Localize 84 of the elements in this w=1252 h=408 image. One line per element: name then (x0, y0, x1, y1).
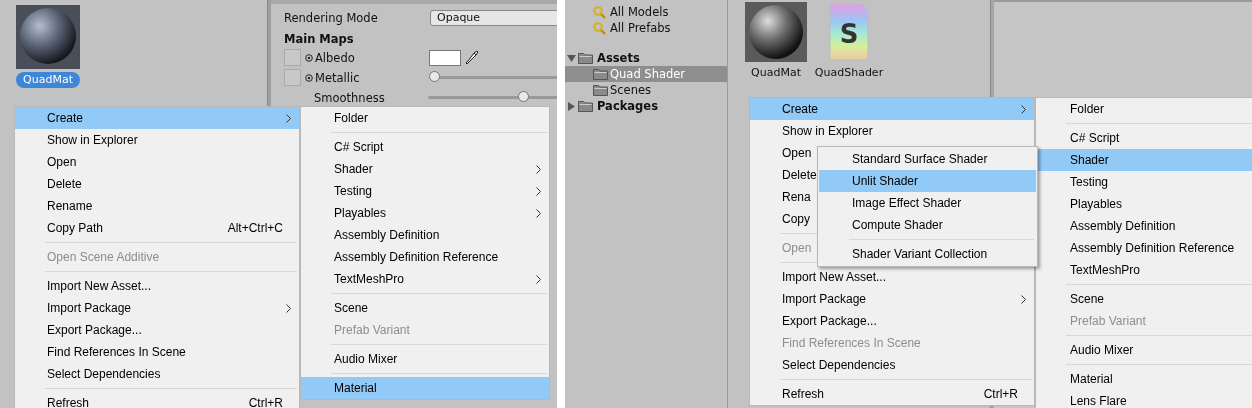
asset-label[interactable]: QuadMat (744, 65, 808, 81)
menu-item[interactable]: Testing (1036, 171, 1252, 193)
menu-item[interactable]: Open (15, 151, 299, 173)
menu-item[interactable]: Create (750, 98, 1034, 120)
menu-item[interactable]: Refresh Ctrl+R (15, 392, 299, 408)
menu-item[interactable]: Import Package (15, 297, 299, 319)
menu-item[interactable]: Material (301, 377, 549, 399)
menu-item[interactable]: Copy Path Alt+Ctrl+C (15, 217, 299, 239)
menu-item[interactable]: Assembly Definition (301, 224, 549, 246)
menu-item[interactable]: Shader (301, 158, 549, 180)
chevron-icon (1021, 295, 1026, 304)
tree-item[interactable]: All Models (565, 4, 727, 20)
color-field[interactable] (429, 49, 461, 66)
menu-item[interactable]: Playables (301, 202, 549, 224)
menu-item[interactable]: Scene (1036, 288, 1252, 310)
menu-item[interactable]: Show in Explorer (750, 120, 1034, 142)
menu-item[interactable]: Assembly Definition Reference (301, 246, 549, 268)
search-icon (593, 6, 606, 19)
menu-item[interactable]: Image Effect Shader (819, 192, 1036, 214)
folder-icon (593, 84, 608, 96)
chevron-icon (536, 275, 541, 284)
menu-item[interactable]: Assembly Definition Reference (1036, 237, 1252, 259)
asset-label[interactable]: QuadShader (807, 65, 891, 81)
folder-icon (593, 68, 608, 80)
triangle-icon[interactable] (567, 102, 576, 111)
menu-item[interactable]: Export Package... (750, 310, 1034, 332)
menu-item[interactable]: Unlit Shader (819, 170, 1036, 192)
menu-item[interactable]: Shader Variant Collection (819, 243, 1036, 265)
menu-item[interactable]: Import Package (750, 288, 1034, 310)
menu-item[interactable]: Rename (15, 195, 299, 217)
menu-item[interactable]: C# Script (1036, 127, 1252, 149)
menu-item[interactable]: Shader (1036, 149, 1252, 171)
field-label: Metallic (315, 70, 361, 85)
tree-item[interactable]: All Prefabs (565, 20, 727, 36)
menu-item[interactable]: Standard Surface Shader (819, 148, 1036, 170)
tree-item[interactable]: Assets (565, 50, 727, 66)
triangle-icon[interactable] (567, 54, 576, 63)
menu-item[interactable]: C# Script (301, 136, 549, 158)
menu-item[interactable]: Playables (1036, 193, 1252, 215)
menu-item[interactable]: Refresh Ctrl+R (750, 383, 1034, 405)
menu-item[interactable]: Create (15, 107, 299, 129)
chevron-icon (1021, 105, 1026, 114)
target-icon[interactable] (305, 73, 313, 82)
menu-item[interactable]: Import New Asset... (750, 266, 1034, 288)
slider-thumb[interactable] (429, 71, 440, 82)
field-label: Smoothness (314, 90, 386, 105)
menu-item[interactable]: Folder (1036, 98, 1252, 120)
asset-label[interactable]: QuadMat (16, 72, 80, 88)
menu-item[interactable]: Lens Flare (1036, 390, 1252, 408)
menu-item[interactable]: Material (1036, 368, 1252, 390)
folder-icon (578, 100, 593, 112)
chevron-icon (536, 187, 541, 196)
chevron-icon (286, 114, 291, 123)
menu-item[interactable]: Import New Asset... (15, 275, 299, 297)
menu-item[interactable]: Show in Explorer (15, 129, 299, 151)
search-icon (593, 22, 606, 35)
menu-item[interactable]: Scene (301, 297, 549, 319)
eyedropper-icon[interactable] (465, 49, 479, 66)
menu-item[interactable]: Select Dependencies (750, 354, 1034, 376)
chevron-icon (536, 209, 541, 218)
menu-item[interactable]: TextMeshPro (1036, 259, 1252, 281)
tree-item[interactable]: Scenes (565, 82, 727, 98)
slider-thumb[interactable] (518, 91, 529, 102)
chevron-icon (536, 165, 541, 174)
menu-item[interactable]: TextMeshPro (301, 268, 549, 290)
tree-item[interactable]: Packages (565, 98, 727, 114)
menu-item[interactable]: Compute Shader (819, 214, 1036, 236)
menu-item[interactable]: Audio Mixer (1036, 339, 1252, 361)
dropdown[interactable]: Opaque (430, 9, 557, 26)
menu-item[interactable]: Testing (301, 180, 549, 202)
menu-item[interactable]: Export Package... (15, 319, 299, 341)
menu-item[interactable]: Delete (15, 173, 299, 195)
menu-item[interactable]: Assembly Definition (1036, 215, 1252, 237)
section-title: Main Maps (284, 31, 354, 46)
menu-item[interactable]: Select Dependencies (15, 363, 299, 385)
folder-icon (578, 52, 593, 64)
menu-item[interactable]: Audio Mixer (301, 348, 549, 370)
target-icon[interactable] (305, 53, 313, 62)
menu-item[interactable]: Find References In Scene (15, 341, 299, 363)
field-label: Rendering Mode (284, 10, 379, 25)
menu-item[interactable]: Folder (301, 107, 549, 129)
chevron-icon (286, 304, 291, 313)
field-label: Albedo (315, 50, 356, 65)
shader-letter: S (839, 19, 859, 49)
